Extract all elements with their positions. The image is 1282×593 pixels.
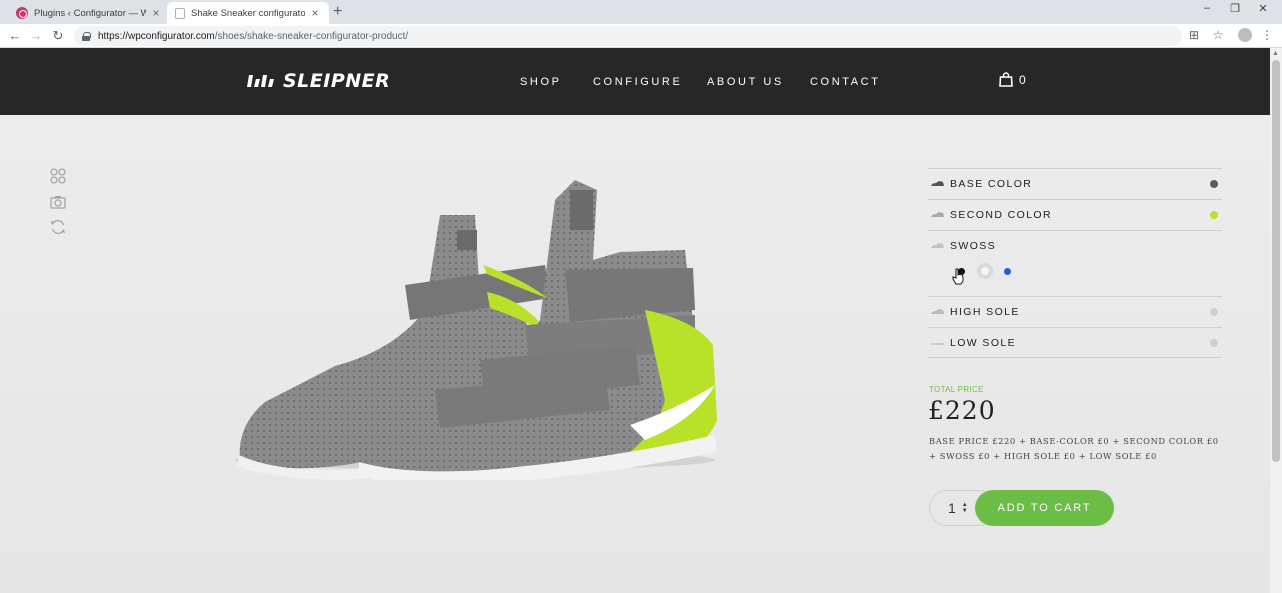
tab-title: Shake Sneaker configurator Product: [191, 7, 305, 19]
option-low-sole[interactable]: LOW SOLE: [928, 327, 1222, 358]
logo-mark-icon: [247, 75, 274, 87]
brand-name: SLEIPNER: [283, 70, 391, 92]
shoe-part-icon: [931, 243, 944, 248]
option-label: SWOSS: [950, 240, 997, 252]
swatch-white-selected[interactable]: [978, 264, 992, 278]
option-label: SECOND COLOR: [950, 209, 1052, 221]
selected-color-dot: [1210, 211, 1218, 219]
option-label: BASE COLOR: [950, 178, 1033, 190]
shoe-part-icon: [931, 309, 944, 314]
quantity-value: 1: [948, 500, 956, 516]
lock-icon: [82, 31, 91, 41]
bookmark-star-icon[interactable]: ☆: [1210, 28, 1226, 42]
shopping-bag-icon: [999, 72, 1013, 87]
grid-icon[interactable]: [50, 168, 66, 184]
wordpress-favicon-icon: [16, 7, 28, 19]
restore-icon[interactable]: ❐: [1228, 2, 1242, 15]
profile-avatar[interactable]: [1238, 28, 1252, 42]
site-header: SLEIPNER SHOP CONFIGURE ABOUT US CONTACT…: [0, 48, 1270, 115]
page-scrollbar[interactable]: ▲: [1270, 48, 1282, 593]
browser-tab-plugins[interactable]: Plugins ‹ Configurator — WordPress ×: [8, 2, 170, 24]
camera-icon[interactable]: [50, 194, 66, 210]
back-icon[interactable]: ←: [7, 28, 23, 43]
option-swoss[interactable]: SWOSS: [928, 230, 1222, 296]
sneaker-product-image: [235, 180, 717, 480]
configurator-options: BASE COLOR SECOND COLOR SWOSS HIGH SOLE …: [928, 168, 1222, 358]
option-high-sole[interactable]: HIGH SOLE: [928, 296, 1222, 327]
selected-color-dot: [1210, 180, 1218, 188]
total-price-label: TOTAL PRICE: [929, 385, 984, 394]
browser-tab-bar: Plugins ‹ Configurator — WordPress × Sha…: [0, 0, 1282, 24]
total-price: £220: [928, 396, 996, 425]
url-path: /shoes/shake-sneaker-configurator-produc…: [214, 30, 409, 42]
shoe-part-icon: [931, 212, 944, 217]
address-bar[interactable]: https://wpconfigurator.com /shoes/shake-…: [74, 26, 1182, 46]
cart-count: 0: [1019, 72, 1026, 87]
window-close-icon[interactable]: ✕: [1256, 2, 1270, 15]
forward-icon[interactable]: →: [28, 28, 44, 43]
nav-about-us[interactable]: ABOUT US: [707, 76, 784, 88]
scrollbar-thumb[interactable]: [1272, 60, 1280, 462]
scroll-up-icon[interactable]: ▲: [1272, 50, 1279, 57]
nav-contact[interactable]: CONTACT: [810, 76, 881, 88]
swatch-blue[interactable]: [1004, 267, 1011, 275]
stepper-arrows-icon[interactable]: ▲ ▼: [962, 502, 968, 514]
browser-menu-icon[interactable]: ⋮: [1259, 28, 1275, 42]
browser-tab-product[interactable]: Shake Sneaker configurator Product ×: [167, 2, 329, 24]
swoss-swatches: [956, 264, 1011, 278]
rotate-icon[interactable]: [50, 219, 66, 235]
shoe-part-icon: [931, 342, 944, 345]
translate-icon[interactable]: ⊞: [1186, 28, 1202, 42]
url-host: https://wpconfigurator.com: [98, 30, 215, 42]
cart-button[interactable]: 0: [999, 72, 1026, 87]
nav-shop[interactable]: SHOP: [520, 76, 562, 88]
option-label: HIGH SOLE: [950, 306, 1020, 318]
page-favicon-icon: [175, 7, 185, 19]
reload-icon[interactable]: ↻: [50, 28, 66, 44]
browser-toolbar: ← → ↻ https://wpconfigurator.com /shoes/…: [0, 24, 1282, 48]
minimize-icon[interactable]: –: [1200, 2, 1214, 14]
shoe-part-icon: [931, 181, 944, 186]
add-to-cart-button[interactable]: ADD TO CART: [975, 490, 1114, 526]
selected-color-dot: [1210, 308, 1218, 316]
new-tab-icon[interactable]: +: [333, 3, 342, 21]
nav-configure[interactable]: CONFIGURE: [593, 76, 682, 88]
selected-color-dot: [1210, 339, 1218, 347]
option-base-color[interactable]: BASE COLOR: [928, 168, 1222, 199]
option-second-color[interactable]: SECOND COLOR: [928, 199, 1222, 230]
site-logo[interactable]: SLEIPNER: [246, 70, 390, 92]
tab-title: Plugins ‹ Configurator — WordPress: [34, 7, 146, 19]
close-tab-icon[interactable]: ×: [150, 6, 162, 20]
option-label: LOW SOLE: [950, 336, 1017, 349]
hand-cursor-icon: [952, 268, 964, 285]
price-breakdown: BASE PRICE £220 + BASE-COLOR £0 + SECOND…: [929, 436, 1219, 461]
close-tab-icon[interactable]: ×: [309, 6, 321, 20]
